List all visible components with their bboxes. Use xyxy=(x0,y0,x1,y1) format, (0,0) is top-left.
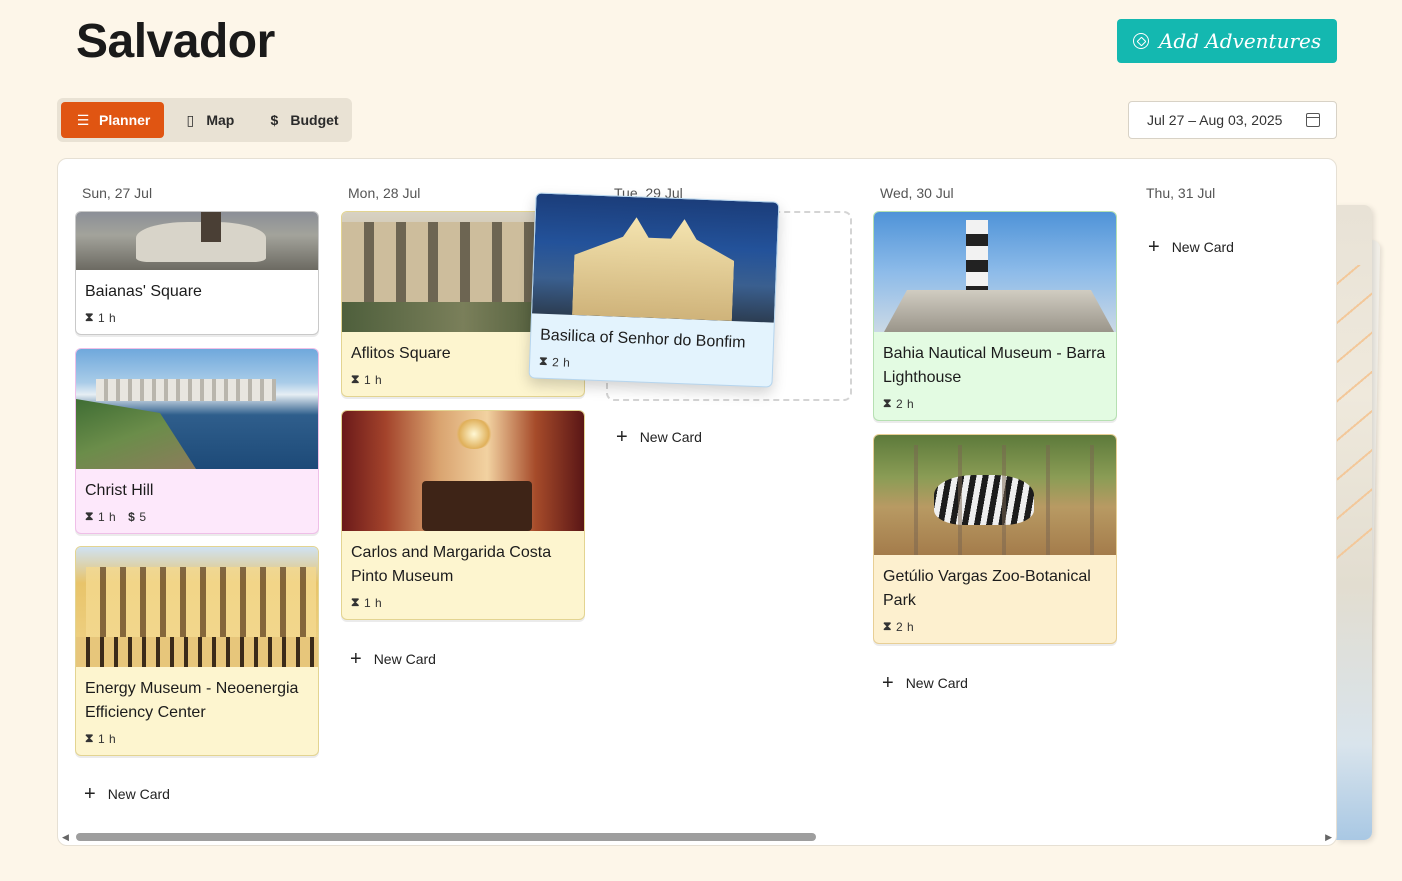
activity-card[interactable]: Carlos and Margarida Costa Pinto Museum … xyxy=(341,410,585,620)
activity-name: Christ Hill xyxy=(85,482,154,499)
add-adventures-label: Add Adventures xyxy=(1158,29,1322,53)
activity-name: Bahia Nautical Museum - Barra Lighthouse xyxy=(883,345,1106,386)
hourglass-icon: ⧗ xyxy=(85,509,94,523)
activity-card[interactable]: Getúlio Vargas Zoo-Botanical Park ⧗ 2 h xyxy=(873,434,1117,644)
scroll-left-icon[interactable]: ◀ xyxy=(62,832,69,843)
dollar-icon: $ xyxy=(270,112,279,128)
scrollbar-thumb[interactable] xyxy=(76,833,816,841)
activity-name: Carlos and Margarida Costa Pinto Museum xyxy=(351,544,552,585)
calendar-icon xyxy=(1306,113,1320,127)
new-card-button[interactable]: + New Card xyxy=(1148,236,1234,258)
activity-photo xyxy=(874,212,1116,332)
list-icon: ☰ xyxy=(76,111,90,128)
view-tabs: ☰ Planner ▯ Map $ Budget xyxy=(57,98,352,142)
plus-icon: + xyxy=(616,426,628,448)
duration-badge: ⧗ 1 h xyxy=(85,310,116,325)
day-header: Wed, 30 Jul xyxy=(880,185,954,201)
plus-icon: + xyxy=(1148,236,1160,258)
activity-name: Energy Museum - Neoenergia Efficiency Ce… xyxy=(85,680,299,721)
duration-value: 1 h xyxy=(363,372,383,387)
duration-value: 2 h xyxy=(895,619,915,634)
day-header: Thu, 31 Jul xyxy=(1146,185,1216,201)
plus-icon: + xyxy=(882,672,894,694)
activity-photo xyxy=(342,411,584,531)
new-card-button[interactable]: + New Card xyxy=(882,672,968,694)
activity-photo xyxy=(76,349,318,469)
new-card-label: New Card xyxy=(373,651,436,667)
duration-badge: ⧗ 1 h xyxy=(85,509,116,524)
new-card-label: New Card xyxy=(1171,239,1234,255)
tab-planner-label: Planner xyxy=(99,112,151,128)
tab-budget-label: Budget xyxy=(290,112,339,128)
dragging-activity-card[interactable]: Basilica of Senhor do Bonfim ⧗ 2 h xyxy=(528,192,780,388)
duration-badge: ⧗ 1 h xyxy=(351,595,382,610)
activity-photo xyxy=(874,435,1116,555)
activity-name: Baianas' Square xyxy=(85,283,202,300)
duration-value: 1 h xyxy=(97,731,117,746)
duration-badge: ⧗ 1 h xyxy=(85,731,116,746)
duration-value: 2 h xyxy=(551,354,571,370)
tab-map-label: Map xyxy=(206,112,235,128)
date-range-picker[interactable]: Jul 27 – Aug 03, 2025 xyxy=(1128,101,1337,139)
day-header: Mon, 28 Jul xyxy=(348,185,421,201)
tab-planner[interactable]: ☰ Planner xyxy=(61,102,165,138)
hourglass-icon: ⧗ xyxy=(351,372,360,386)
hourglass-icon: ⧗ xyxy=(883,619,892,633)
activity-photo xyxy=(76,212,318,270)
duration-value: 2 h xyxy=(895,396,915,411)
date-range-text: Jul 27 – Aug 03, 2025 xyxy=(1147,112,1283,128)
duration-badge: ⧗ 1 h xyxy=(351,372,382,387)
add-adventures-button[interactable]: Add Adventures xyxy=(1117,19,1337,63)
new-card-button[interactable]: + New Card xyxy=(616,426,702,448)
day-header: Sun, 27 Jul xyxy=(82,185,153,201)
activity-photo xyxy=(76,547,318,667)
activity-photo xyxy=(532,193,779,323)
activity-card[interactable]: Bahia Nautical Museum - Barra Lighthouse… xyxy=(873,211,1117,421)
duration-badge: ⧗ 2 h xyxy=(883,619,914,634)
trip-title: Salvador xyxy=(76,15,275,68)
compass-icon xyxy=(1132,33,1149,49)
duration-badge: ⧗ 2 h xyxy=(883,396,914,411)
tab-budget[interactable]: $ Budget xyxy=(252,102,352,138)
hourglass-icon: ⧗ xyxy=(883,396,892,410)
new-card-label: New Card xyxy=(639,429,702,445)
activity-card[interactable]: Baianas' Square ⧗ 1 h xyxy=(75,211,319,335)
activity-card[interactable]: Energy Museum - Neoenergia Efficiency Ce… xyxy=(75,546,319,756)
activity-name: Basilica of Senhor do Bonfim xyxy=(539,326,746,352)
hourglass-icon: ⧗ xyxy=(85,310,94,324)
cost-badge: $5 xyxy=(128,509,146,524)
tab-map[interactable]: ▯ Map xyxy=(168,102,248,138)
new-card-button[interactable]: + New Card xyxy=(350,648,436,670)
map-icon: ▯ xyxy=(186,111,195,128)
activity-name: Getúlio Vargas Zoo-Botanical Park xyxy=(883,568,1091,609)
dollar-icon: $ xyxy=(128,509,136,524)
duration-badge: ⧗ 2 h xyxy=(539,354,571,370)
scroll-right-icon[interactable]: ▶ xyxy=(1325,832,1332,843)
map-panel-edge[interactable] xyxy=(1336,205,1372,840)
new-card-label: New Card xyxy=(905,675,968,691)
duration-value: 1 h xyxy=(363,595,383,610)
hourglass-icon: ⧗ xyxy=(538,353,549,368)
hourglass-icon: ⧗ xyxy=(85,731,94,745)
hourglass-icon: ⧗ xyxy=(351,595,360,609)
activity-card[interactable]: Christ Hill ⧗ 1 h $5 xyxy=(75,348,319,534)
plus-icon: + xyxy=(84,783,96,805)
plus-icon: + xyxy=(350,648,362,670)
cost-value: 5 xyxy=(139,509,147,524)
planner-board: Sun, 27 Jul Mon, 28 Jul Tue, 29 Jul Wed,… xyxy=(57,158,1337,846)
new-card-label: New Card xyxy=(107,786,170,802)
duration-value: 1 h xyxy=(97,509,117,524)
duration-value: 1 h xyxy=(97,310,117,325)
horizontal-scrollbar[interactable]: ◀ ▶ xyxy=(58,829,1336,845)
new-card-button[interactable]: + New Card xyxy=(84,783,170,805)
